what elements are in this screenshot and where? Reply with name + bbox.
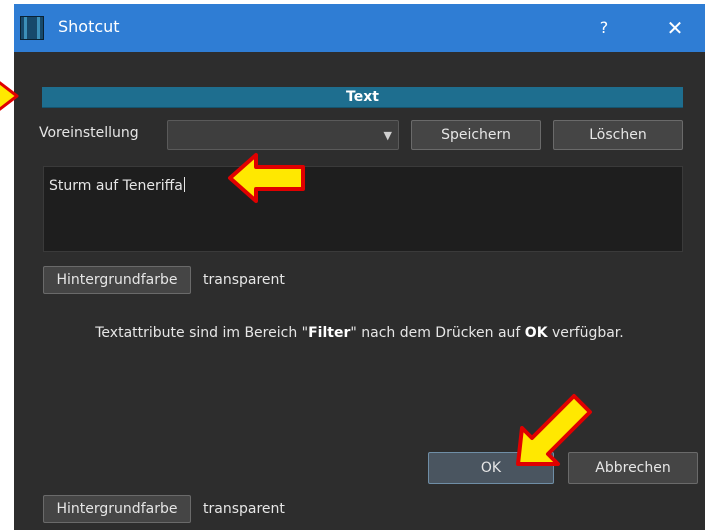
text-caret (183, 177, 185, 192)
background-color-value-2: transparent (203, 501, 285, 517)
preset-dropdown[interactable]: ▼ (167, 120, 399, 150)
help-button[interactable]: ? (589, 12, 619, 44)
ok-button[interactable]: OK (428, 452, 554, 484)
help-icon: ? (599, 18, 609, 37)
info-text-ok: OK (524, 325, 548, 341)
info-text-filter: Filter (308, 325, 351, 341)
title-bar: Shotcut ? ✕ (14, 4, 705, 52)
text-input-value: Sturm auf Teneriffa (49, 177, 185, 194)
delete-preset-button[interactable]: Löschen (553, 120, 683, 150)
close-icon: ✕ (666, 16, 684, 40)
cancel-button[interactable]: Abbrechen (568, 452, 698, 484)
text-content: Sturm auf Teneriffa (49, 178, 183, 194)
shotcut-dialog: Shotcut ? ✕ Text Voreinstellung ▼ Speich… (14, 4, 705, 530)
text-input-area[interactable]: Sturm auf Teneriffa (43, 166, 683, 252)
close-button[interactable]: ✕ (658, 12, 692, 44)
preset-label: Voreinstellung (39, 125, 139, 141)
info-text-part2: " nach dem Drücken auf (350, 325, 525, 341)
text-section-header: Text (42, 87, 683, 108)
background-color-value: transparent (203, 272, 285, 288)
window-title: Shotcut (58, 17, 120, 36)
info-text-part3: verfügbar. (547, 325, 624, 341)
info-text: Textattribute sind im Bereich "Filter" n… (14, 325, 705, 341)
save-preset-button[interactable]: Speichern (411, 120, 541, 150)
info-text-part1: Textattribute sind im Bereich " (95, 325, 309, 341)
background-color-button[interactable]: Hintergrundfarbe (43, 266, 191, 294)
background-color-button-2[interactable]: Hintergrundfarbe (43, 495, 191, 523)
chevron-down-icon: ▼ (383, 129, 392, 142)
shotcut-app-icon (20, 16, 44, 40)
